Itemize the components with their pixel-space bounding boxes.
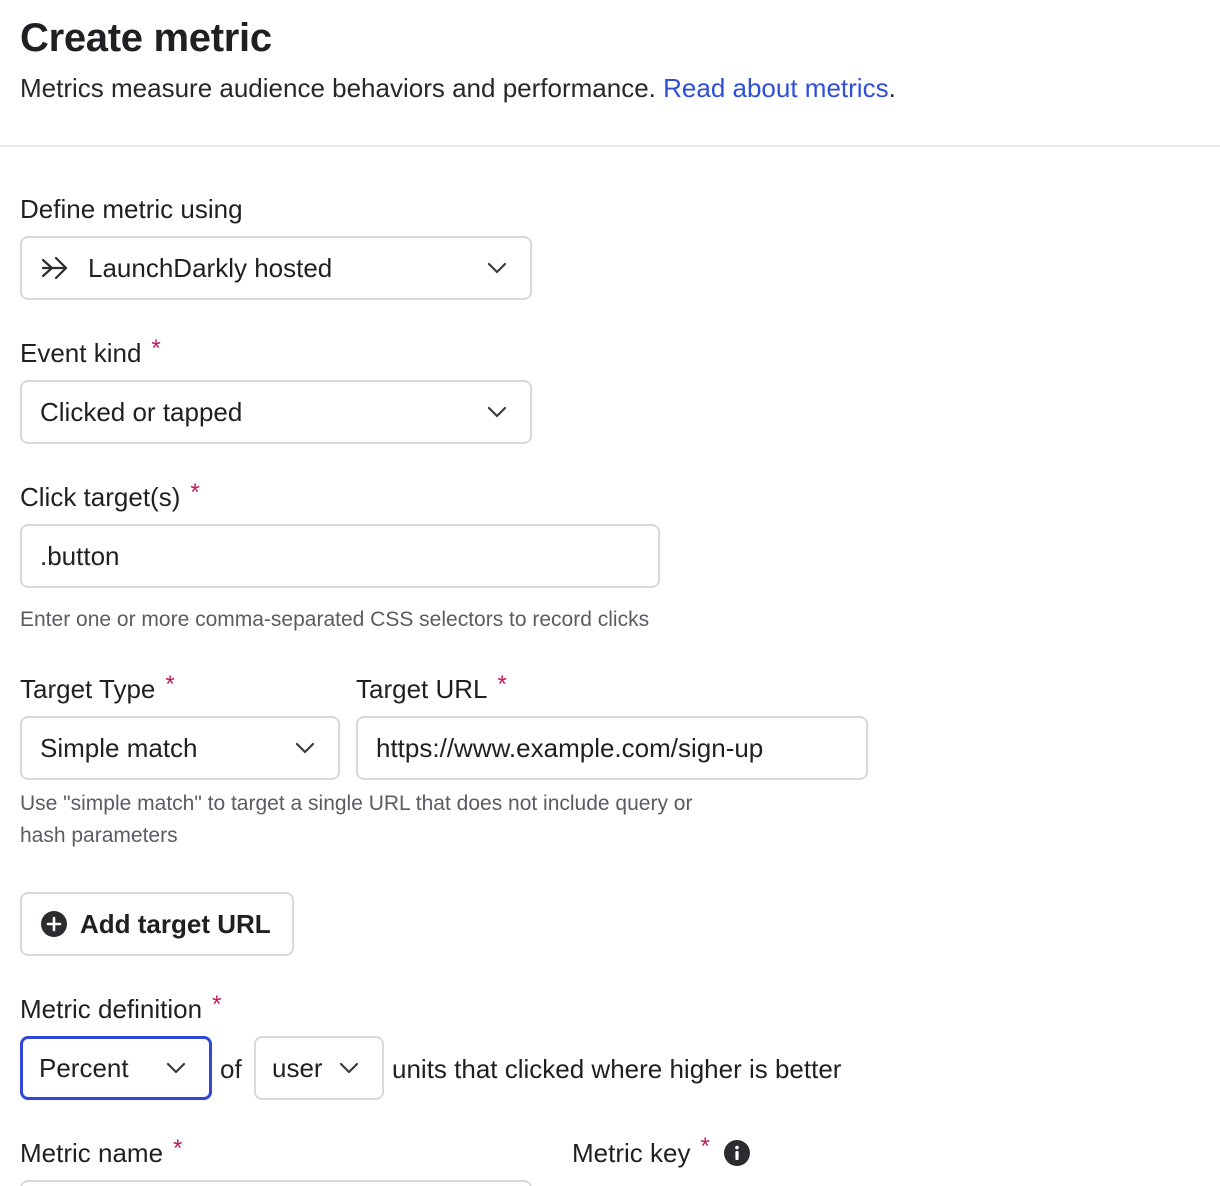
metric-name-label-text: Metric name xyxy=(20,1138,164,1168)
chevron-down-icon xyxy=(486,401,508,423)
click-targets-label-text: Click target(s) xyxy=(20,482,181,512)
create-metric-page: Create metric Metrics measure audience b… xyxy=(0,0,1220,1186)
click-targets-input[interactable]: .button xyxy=(20,524,660,588)
plus-circle-icon xyxy=(40,910,68,938)
metric-definition-suffix: units that clicked where higher is bette… xyxy=(392,1054,842,1084)
define-metric-select[interactable]: LaunchDarkly hosted xyxy=(20,236,532,300)
metric-measure-value: Percent xyxy=(39,1052,129,1083)
arrow-right-icon xyxy=(40,253,70,283)
target-help-line-1: Use "simple match" to target a single UR… xyxy=(20,792,693,815)
required-asterisk: * xyxy=(212,991,222,1018)
subtitle-text: Metrics measure audience behaviors and p… xyxy=(20,73,656,103)
metric-name-label: Metric name * xyxy=(20,1135,183,1171)
event-kind-label: Event kind * xyxy=(20,335,161,371)
required-asterisk: * xyxy=(165,671,175,698)
read-about-metrics-link[interactable]: Read about metrics xyxy=(663,73,888,103)
page-header: Create metric Metrics measure audience b… xyxy=(0,0,1220,147)
target-url-input[interactable]: https://www.example.com/sign-up xyxy=(356,716,868,780)
of-text: of xyxy=(220,1054,242,1084)
chevron-down-icon xyxy=(486,257,508,279)
subtitle-suffix: . xyxy=(888,73,896,103)
page-subtitle: Metrics measure audience behaviors and p… xyxy=(20,72,896,104)
add-target-url-button[interactable]: Add target URL xyxy=(20,892,294,956)
metric-name-input[interactable] xyxy=(20,1180,532,1186)
chevron-down-icon xyxy=(165,1057,187,1079)
define-metric-label: Define metric using xyxy=(20,193,243,225)
chevron-down-icon xyxy=(294,737,316,759)
metric-key-label-text: Metric key xyxy=(572,1138,691,1168)
event-kind-label-text: Event kind xyxy=(20,338,142,368)
required-asterisk: * xyxy=(190,479,200,506)
metric-unit-select[interactable]: user xyxy=(254,1036,384,1100)
click-targets-help: Enter one or more comma-separated CSS se… xyxy=(20,608,650,631)
event-kind-value: Clicked or tapped xyxy=(40,396,243,427)
click-targets-label: Click target(s) * xyxy=(20,479,200,515)
target-url-value: https://www.example.com/sign-up xyxy=(376,732,764,763)
target-type-select[interactable]: Simple match xyxy=(20,716,340,780)
target-type-value: Simple match xyxy=(40,732,198,763)
required-asterisk: * xyxy=(173,1135,183,1162)
metric-unit-value: user xyxy=(272,1052,323,1083)
required-asterisk: * xyxy=(497,671,507,698)
target-type-label: Target Type * xyxy=(20,671,175,707)
chevron-down-icon xyxy=(338,1057,360,1079)
define-metric-label-text: Define metric using xyxy=(20,194,243,224)
target-type-label-text: Target Type xyxy=(20,674,156,704)
metric-measure-select[interactable]: Percent xyxy=(20,1036,212,1100)
add-target-url-label: Add target URL xyxy=(80,908,271,939)
target-help-line-2: hash parameters xyxy=(20,824,178,847)
info-icon[interactable] xyxy=(723,1140,750,1166)
required-asterisk: * xyxy=(700,1133,710,1160)
metric-definition-label: Metric definition * xyxy=(20,991,222,1027)
required-asterisk: * xyxy=(151,335,161,362)
target-url-label-text: Target URL xyxy=(356,674,488,704)
page-title: Create metric xyxy=(20,16,272,60)
metric-key-label: Metric key * xyxy=(572,1133,750,1169)
event-kind-select[interactable]: Clicked or tapped xyxy=(20,380,532,444)
target-url-label: Target URL * xyxy=(356,671,507,707)
define-metric-value: LaunchDarkly hosted xyxy=(88,252,333,283)
metric-definition-label-text: Metric definition xyxy=(20,994,203,1024)
click-targets-value: .button xyxy=(40,540,120,571)
